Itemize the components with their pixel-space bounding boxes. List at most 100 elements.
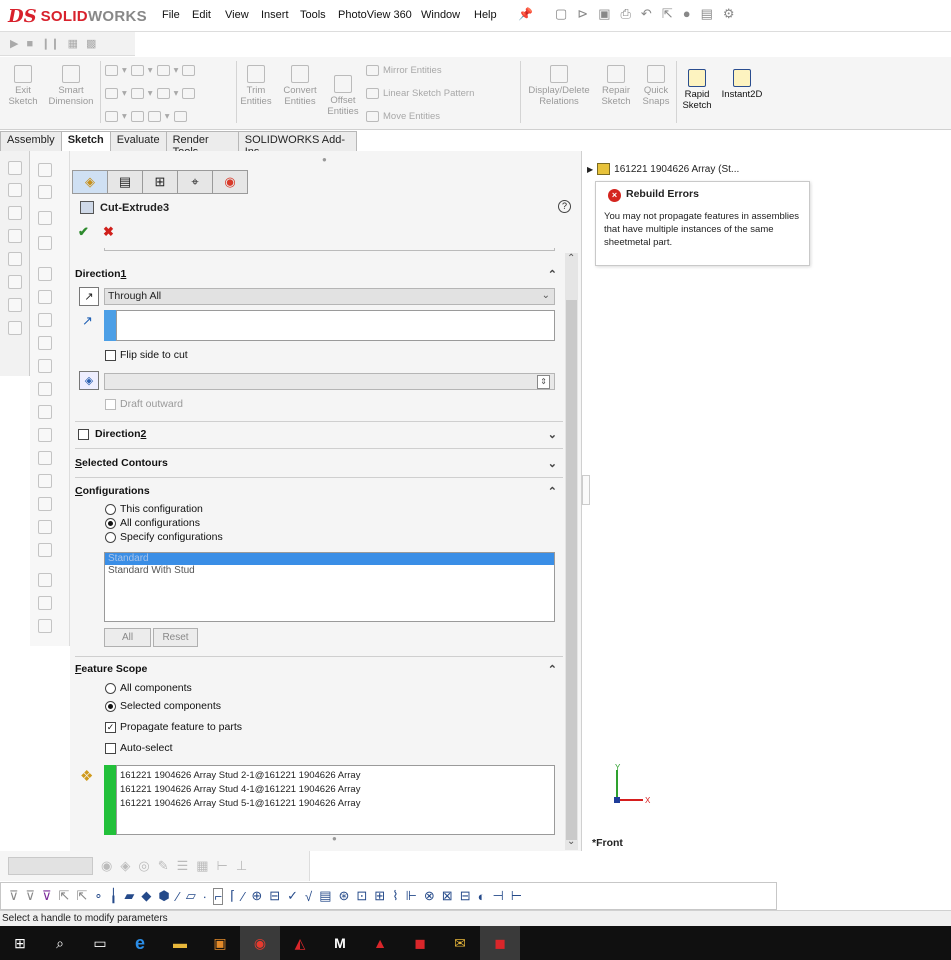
filter-surface-icon[interactable]: ◆ bbox=[141, 888, 151, 904]
configuration-manager-tab[interactable]: ⊞ bbox=[142, 170, 178, 194]
pause-icon[interactable]: ❙❙ bbox=[41, 37, 59, 50]
autocad-icon[interactable]: ▲ bbox=[360, 926, 400, 960]
solidworks-2017-active-icon[interactable]: ◼ bbox=[480, 926, 520, 960]
annotation-icon[interactable] bbox=[38, 382, 52, 396]
all-components-radio[interactable]: All components bbox=[105, 682, 192, 694]
all-button[interactable]: All bbox=[104, 628, 151, 647]
propagate-checkbox[interactable]: ✓ Propagate feature to parts bbox=[105, 721, 242, 733]
annotation-icon[interactable] bbox=[38, 236, 52, 250]
annotation-icon[interactable] bbox=[38, 474, 52, 488]
layout-icon[interactable]: ⊥ bbox=[236, 858, 247, 874]
list-item[interactable]: 161221 1904626 Array Stud 2-1@161221 190… bbox=[120, 769, 551, 783]
annotation-icon[interactable] bbox=[38, 573, 52, 587]
filter-midpoints-icon[interactable]: ⁄ bbox=[242, 889, 244, 904]
tab-solidworks-addins[interactable]: SOLIDWORKS Add-Ins bbox=[237, 131, 357, 158]
media-player-icon[interactable]: ▣ bbox=[200, 926, 240, 960]
expand-icon[interactable]: ⌄ bbox=[548, 428, 557, 441]
radio[interactable] bbox=[105, 503, 116, 515]
filter-geometric-tol-icon[interactable]: ⊞ bbox=[374, 888, 385, 904]
search-icon[interactable]: ⌕ bbox=[40, 926, 80, 960]
filter-points-icon[interactable]: ∙ bbox=[203, 889, 207, 904]
menu-file[interactable]: File bbox=[162, 9, 180, 21]
instant2d-button[interactable]: Instant2D bbox=[718, 69, 766, 100]
display-manager-tab[interactable]: ◉ bbox=[212, 170, 248, 194]
feature-manager-tab[interactable]: ◈ bbox=[72, 170, 108, 194]
annotation-icon[interactable] bbox=[38, 543, 52, 557]
auto-select-checkbox[interactable]: Auto-select bbox=[105, 742, 173, 754]
save-icon[interactable]: ▣ bbox=[598, 6, 610, 22]
radio[interactable] bbox=[105, 682, 116, 694]
radio[interactable] bbox=[105, 531, 116, 543]
options-gear-icon[interactable]: ⚙ bbox=[723, 6, 735, 22]
list-item[interactable]: Standard With Stud bbox=[105, 565, 554, 577]
edge-browser-icon[interactable]: e bbox=[120, 926, 160, 960]
end-condition-select[interactable]: Through All ⌄ bbox=[104, 288, 555, 305]
acrobat-icon[interactable]: ◭ bbox=[280, 926, 320, 960]
filter-sketch-icon[interactable]: ⌐ bbox=[213, 887, 224, 905]
filter-icon[interactable]: ⊽ bbox=[9, 888, 19, 904]
direction2-checkbox[interactable] bbox=[78, 428, 89, 440]
tab-sketch[interactable]: Sketch bbox=[60, 131, 111, 151]
reset-button[interactable]: Reset bbox=[153, 628, 198, 647]
table-icon[interactable]: ▦ bbox=[196, 858, 208, 874]
filter-weld-icon[interactable]: √ bbox=[305, 889, 312, 904]
tool-icon[interactable] bbox=[8, 161, 22, 175]
filter-vertices-icon[interactable]: ∘ bbox=[94, 888, 102, 904]
chevron-right-icon[interactable]: ▶ bbox=[587, 165, 593, 174]
tool-icon[interactable] bbox=[8, 298, 22, 312]
filter-blocks-icon[interactable]: ⊟ bbox=[460, 888, 471, 904]
list-item[interactable]: 161221 1904626 Array Stud 4-1@161221 190… bbox=[120, 783, 551, 797]
radio[interactable] bbox=[105, 700, 116, 712]
display-delete-relations-button[interactable]: Display/Delete Relations bbox=[524, 65, 594, 107]
checkbox-checked[interactable]: ✓ bbox=[105, 721, 116, 733]
annotation-icon[interactable] bbox=[38, 497, 52, 511]
cancel-button[interactable]: ✖ bbox=[103, 224, 114, 240]
specify-configurations-radio[interactable]: Specify configurations bbox=[105, 531, 223, 543]
dimxpert-tab[interactable]: ⌖ bbox=[177, 170, 213, 194]
record-icon[interactable]: ▩ bbox=[86, 37, 96, 50]
new-document-icon[interactable]: ▢ bbox=[555, 6, 567, 22]
splitter-handle[interactable] bbox=[582, 475, 590, 505]
expand-icon[interactable]: ⌄ bbox=[548, 457, 557, 470]
annotation-icon[interactable] bbox=[38, 313, 52, 327]
list-view-icon[interactable]: ☰ bbox=[177, 858, 189, 874]
mirror-entities-button[interactable]: Mirror Entities bbox=[366, 65, 442, 76]
rebuild-icon[interactable]: ● bbox=[683, 6, 691, 22]
tab-render-tools[interactable]: Render Tools bbox=[165, 131, 239, 158]
menu-window[interactable]: Window bbox=[421, 9, 460, 21]
collapse-icon[interactable]: ⌃ bbox=[548, 268, 557, 281]
annotation-icon[interactable] bbox=[38, 336, 52, 350]
draft-outward-checkbox[interactable]: Draft outward bbox=[105, 398, 183, 410]
rapid-sketch-button[interactable]: Rapid Sketch bbox=[679, 69, 715, 111]
annotation-icon[interactable] bbox=[38, 211, 52, 225]
feature-tree-flyout[interactable]: ▶ 161221 1904626 Array (St... bbox=[587, 163, 739, 175]
scroll-down-icon[interactable]: ⌄ bbox=[567, 836, 575, 847]
macro-icon[interactable]: ▦ bbox=[68, 37, 78, 50]
convert-entities-button[interactable]: Convert Entities bbox=[280, 65, 320, 107]
exit-sketch-button[interactable]: Exit Sketch bbox=[6, 65, 40, 107]
tool-icon[interactable] bbox=[8, 206, 22, 220]
filter-balloon-icon[interactable]: ⊛ bbox=[338, 888, 349, 904]
annotation-icon[interactable] bbox=[38, 185, 52, 199]
tool-icon[interactable] bbox=[8, 252, 22, 266]
annotation-icon[interactable] bbox=[38, 619, 52, 633]
annotation-icon[interactable] bbox=[38, 405, 52, 419]
outlook-icon[interactable]: ✉ bbox=[440, 926, 480, 960]
property-manager-tab[interactable]: ▤ bbox=[107, 170, 143, 194]
selected-contours-header[interactable]: Selected Contours ⌄ bbox=[75, 455, 563, 471]
filter-hole-icon[interactable]: ⊠ bbox=[442, 888, 453, 904]
annotation-icon[interactable] bbox=[38, 359, 52, 373]
annotation-icon[interactable] bbox=[38, 290, 52, 304]
annotation-icon[interactable] bbox=[38, 163, 52, 177]
eye-icon[interactable]: ◉ bbox=[101, 858, 112, 874]
direction-selection-box[interactable] bbox=[116, 310, 555, 341]
quick-snaps-button[interactable]: Quick Snaps bbox=[638, 65, 674, 107]
flip-side-checkbox[interactable]: Flip side to cut bbox=[105, 349, 188, 361]
radio[interactable] bbox=[105, 517, 116, 529]
components-list[interactable]: 161221 1904626 Array Stud 2-1@161221 190… bbox=[116, 765, 555, 835]
print-icon[interactable]: ⎙ bbox=[621, 6, 631, 22]
annotation-icon[interactable] bbox=[38, 267, 52, 281]
line-tool[interactable]: ▾ ▾ ▾ bbox=[105, 65, 196, 76]
filter-dimensions-icon[interactable]: ⊟ bbox=[269, 888, 280, 904]
filter-surface-finish-icon[interactable]: ✓ bbox=[287, 888, 298, 904]
